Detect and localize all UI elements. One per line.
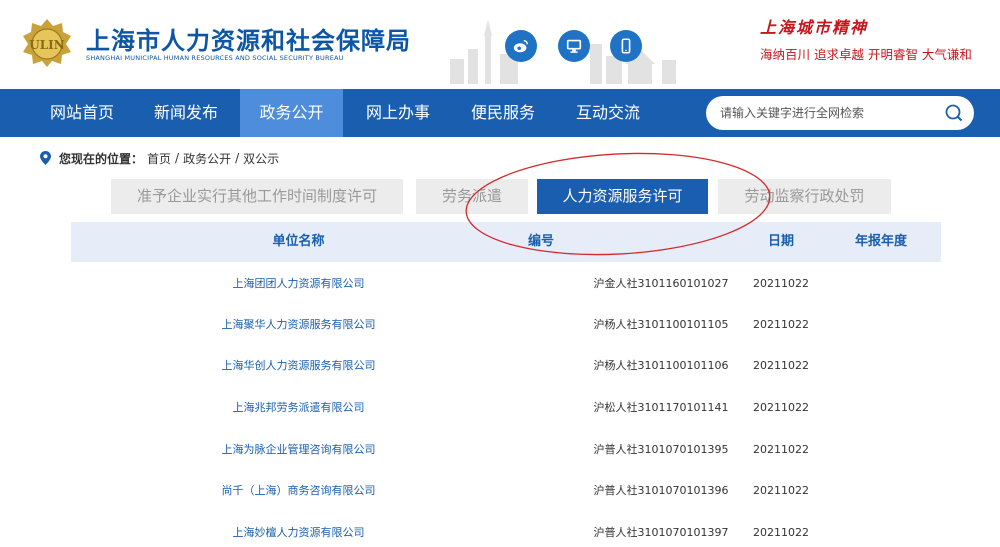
- nav-item-public-services[interactable]: 便民服务: [453, 89, 553, 137]
- nav-item-home[interactable]: 网站首页: [32, 89, 132, 137]
- weibo-button[interactable]: [505, 30, 537, 62]
- tab-labor-dispatch[interactable]: 劳务派遣: [416, 179, 528, 214]
- issue-date: 20211022: [753, 318, 809, 331]
- nav-item-government-affairs[interactable]: 政务公开: [240, 89, 343, 137]
- issue-date: 20211022: [753, 359, 809, 372]
- report-year: [831, 512, 931, 547]
- report-year: [831, 429, 931, 470]
- table-row: 上海团团人力资源有限公司 沪金人社3101160101027 20211022: [71, 263, 941, 304]
- license-code: 沪杨人社3101100101106: [593, 359, 729, 372]
- tab-hr-service-permit[interactable]: 人力资源服务许可: [537, 179, 708, 214]
- license-code: 沪杨人社3101100101105: [593, 318, 729, 331]
- desktop-icon: [566, 39, 582, 53]
- unit-name-link[interactable]: 上海为脉企业管理咨询有限公司: [71, 429, 526, 470]
- table-header: 单位名称 编号 日期 年报年度: [71, 222, 941, 262]
- table-row: 上海华创人力资源服务有限公司 沪杨人社3101100101106 2021102…: [71, 345, 941, 386]
- license-code: 沪金人社3101160101027: [593, 277, 729, 290]
- breadcrumb-home-link[interactable]: 首页: [147, 150, 171, 167]
- issue-date: 20211022: [753, 401, 809, 414]
- column-header-date: 日期: [767, 234, 794, 249]
- report-year: [831, 470, 931, 511]
- site-header: ULIN 上海市人力资源和社会保障局 SHANGHAI MUNICIPAL HU…: [0, 0, 1000, 85]
- weibo-icon: [513, 39, 529, 53]
- report-year: [831, 304, 931, 345]
- column-header-code: 编号: [527, 234, 554, 249]
- breadcrumb-government-affairs-link[interactable]: 政务公开: [183, 150, 231, 167]
- site-subtitle: SHANGHAI MUNICIPAL HUMAN RESOURCES AND S…: [86, 54, 344, 62]
- unit-name-link[interactable]: 上海兆邦劳务派遣有限公司: [71, 387, 526, 428]
- report-year: [831, 387, 931, 428]
- svg-text:ULIN: ULIN: [29, 38, 65, 52]
- unit-name-link[interactable]: 尚千（上海）商务咨询有限公司: [71, 470, 526, 511]
- license-code: 沪普人社3101070101395: [593, 443, 729, 456]
- license-code: 沪普人社3101070101397: [593, 526, 729, 539]
- column-header-unit-name: 单位名称: [272, 234, 325, 249]
- location-pin-icon: [40, 151, 51, 165]
- search-icon[interactable]: [944, 103, 964, 123]
- table-row: 上海兆邦劳务派遣有限公司 沪松人社3101170101141 20211022: [71, 387, 941, 428]
- breadcrumb-prefix: 您现在的位置：: [59, 151, 144, 166]
- table-row: 尚千（上海）商务咨询有限公司 沪普人社3101070101396 2021102…: [71, 470, 941, 511]
- city-spirit-title: 上海城市精神: [760, 18, 869, 37]
- tab-labor-inspection-penalty[interactable]: 劳动监察行政处罚: [718, 179, 891, 214]
- issue-date: 20211022: [753, 443, 809, 456]
- nav-item-news[interactable]: 新闻发布: [136, 89, 236, 137]
- unit-name-link[interactable]: 上海妙檀人力资源有限公司: [71, 512, 526, 547]
- issue-date: 20211022: [753, 484, 809, 497]
- report-year: [831, 345, 931, 386]
- unit-name-link[interactable]: 上海华创人力资源服务有限公司: [71, 345, 526, 386]
- unit-name-link[interactable]: 上海聚华人力资源服务有限公司: [71, 304, 526, 345]
- city-spirit-slogan: 海纳百川 追求卓越 开明睿智 大气谦和: [760, 47, 972, 62]
- issue-date: 20211022: [753, 277, 809, 290]
- breadcrumb-current[interactable]: 双公示: [243, 150, 279, 167]
- report-year: [831, 263, 931, 304]
- bureau-emblem-icon[interactable]: ULIN: [22, 18, 72, 68]
- license-code: 沪松人社3101170101141: [593, 401, 729, 414]
- table-row: 上海为脉企业管理咨询有限公司 沪普人社3101070101395 2021102…: [71, 429, 941, 470]
- mobile-icon: [621, 38, 631, 54]
- site-title[interactable]: 上海市人力资源和社会保障局: [86, 21, 411, 56]
- table-row: 上海聚华人力资源服务有限公司 沪杨人社3101100101105 2021102…: [71, 304, 941, 345]
- table-row: 上海妙檀人力资源有限公司 沪普人社3101070101397 20211022: [71, 512, 941, 547]
- issue-date: 20211022: [753, 526, 809, 539]
- mobile-button[interactable]: [610, 30, 642, 62]
- column-header-report-year: 年报年度: [854, 234, 907, 249]
- search-input[interactable]: [720, 102, 930, 124]
- nav-item-interaction[interactable]: 互动交流: [558, 89, 658, 137]
- search-box: [706, 96, 974, 130]
- tab-working-hours-permit[interactable]: 准予企业实行其他工作时间制度许可: [111, 179, 403, 214]
- breadcrumb-separator: /: [175, 151, 180, 165]
- nav-item-online-services[interactable]: 网上办事: [348, 89, 448, 137]
- main-nav: 网站首页 新闻发布 政务公开 网上办事 便民服务 互动交流: [0, 89, 1000, 137]
- desktop-button[interactable]: [558, 30, 590, 62]
- breadcrumb-separator: /: [235, 151, 240, 165]
- breadcrumb: 您现在的位置： 首页 / 政务公开 / 双公示: [40, 149, 279, 167]
- unit-name-link[interactable]: 上海团团人力资源有限公司: [71, 263, 526, 304]
- license-code: 沪普人社3101070101396: [593, 484, 729, 497]
